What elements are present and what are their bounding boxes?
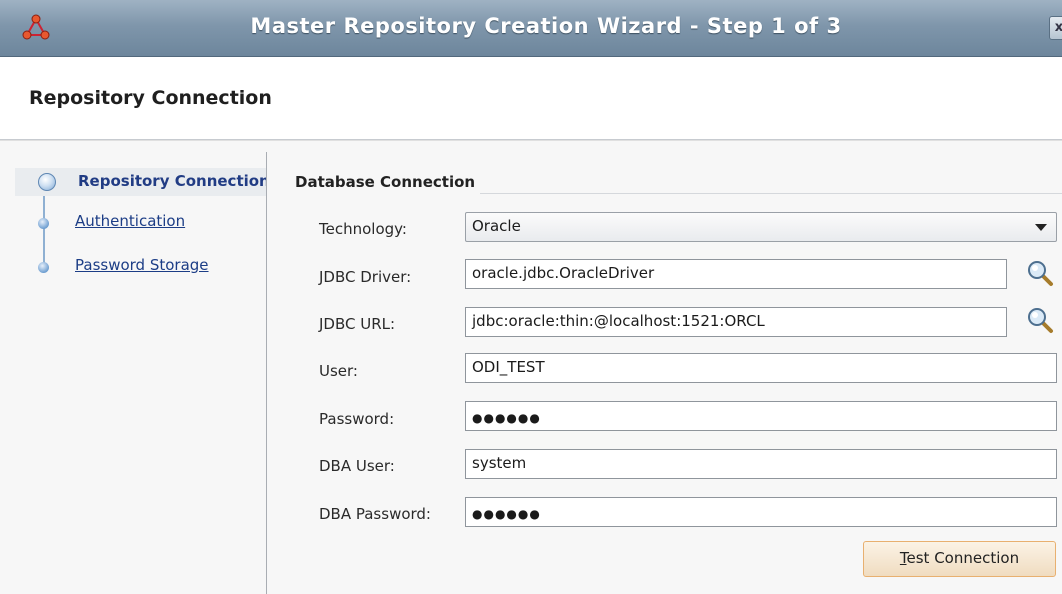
password-label: Password: <box>319 410 395 428</box>
test-connection-button[interactable]: Test Connection <box>863 541 1056 577</box>
window-title: Master Repository Creation Wizard - Step… <box>250 14 842 38</box>
wizard-steps-nav: Repository Connection Authentication Pas… <box>9 152 267 594</box>
technology-value: Oracle <box>472 217 521 235</box>
nav-item-label: Repository Connection <box>78 172 266 190</box>
magnifier-icon[interactable] <box>1026 259 1054 287</box>
dba-password-field[interactable]: ●●●●●● <box>465 497 1057 527</box>
test-button-mnemonic: T <box>899 549 907 567</box>
chevron-down-icon <box>1035 224 1047 231</box>
title-bar: Master Repository Creation Wizard - Step… <box>0 0 1062 57</box>
step-node-icon <box>38 262 49 273</box>
step-node-icon <box>38 218 49 229</box>
jdbc-url-field[interactable]: jdbc:oracle:thin:@localhost:1521:ORCL <box>465 307 1007 337</box>
dba-password-mask: ●●●●●● <box>472 507 541 521</box>
nav-item-label[interactable]: Authentication <box>75 212 263 230</box>
password-mask: ●●●●●● <box>472 411 541 425</box>
wizard-header: Repository Connection <box>0 57 1062 140</box>
user-label: User: <box>319 362 358 380</box>
technology-label: Technology: <box>319 220 407 238</box>
nav-item-label[interactable]: Password Storage <box>75 256 263 274</box>
technology-select[interactable]: Oracle <box>465 212 1057 242</box>
nav-item-authentication[interactable]: Authentication <box>33 208 266 236</box>
current-step-icon <box>38 173 56 191</box>
dba-password-label: DBA Password: <box>319 505 431 523</box>
magnifier-icon[interactable] <box>1026 306 1054 334</box>
section-title: Database Connection <box>295 173 476 191</box>
section-divider <box>480 193 1062 194</box>
jdbc-driver-field[interactable]: oracle.jdbc.OracleDriver <box>465 259 1007 289</box>
jdbc-url-label: JDBC URL: <box>319 315 396 333</box>
dba-user-label: DBA User: <box>319 457 395 475</box>
dba-user-field[interactable]: system <box>465 449 1057 479</box>
user-field[interactable]: ODI_TEST <box>465 353 1057 383</box>
page-title: Repository Connection <box>29 87 272 109</box>
nav-item-repository-connection[interactable]: Repository Connection <box>15 168 266 196</box>
password-field[interactable]: ●●●●●● <box>465 401 1057 431</box>
jdbc-driver-label: JDBC Driver: <box>319 268 412 286</box>
nav-item-password-storage[interactable]: Password Storage <box>33 252 266 280</box>
close-button[interactable]: x <box>1049 16 1062 40</box>
test-button-label: est Connection <box>906 549 1020 567</box>
